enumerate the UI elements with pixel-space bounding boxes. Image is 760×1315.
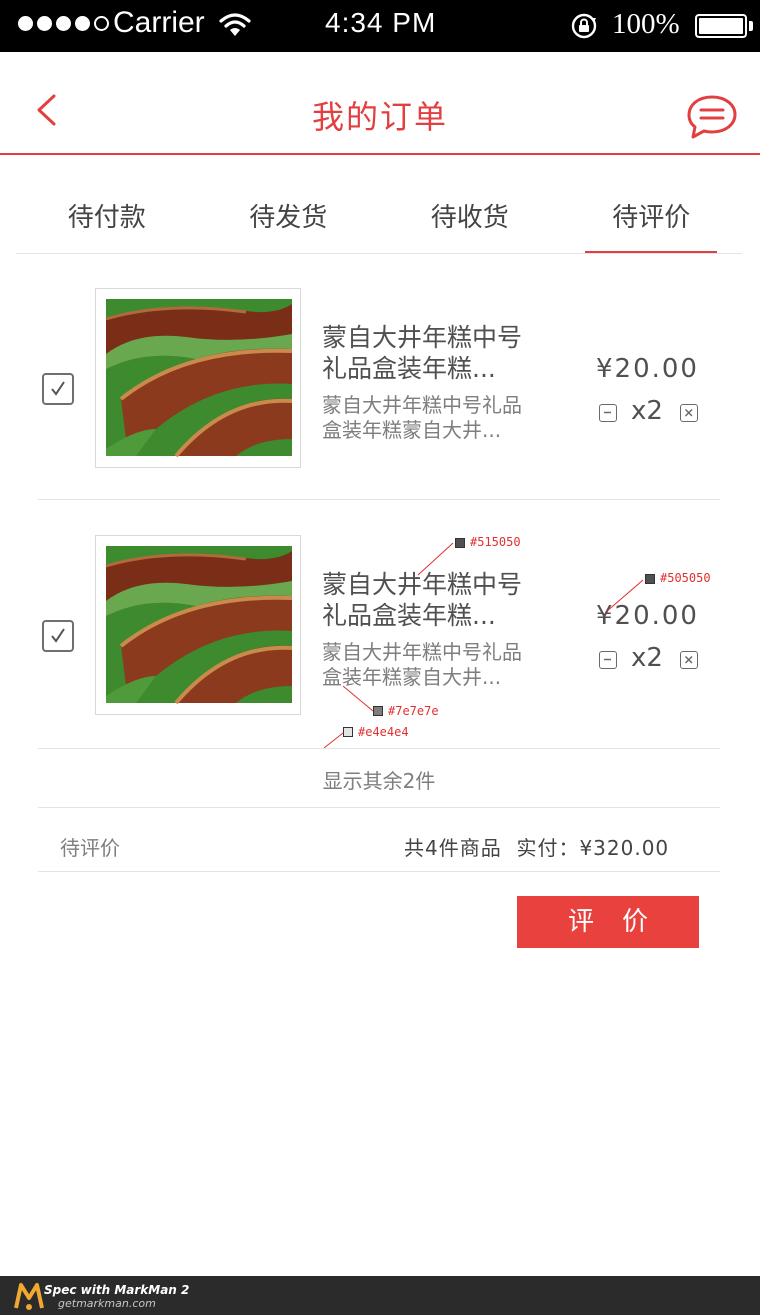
name-color-annotation: #515050 (470, 535, 521, 549)
section-divider (38, 871, 720, 872)
review-button[interactable]: 评价 (517, 896, 699, 948)
show-more-button[interactable]: 显示其余2件 (38, 749, 720, 794)
color-swatch (645, 574, 655, 584)
price-color-annotation: #505050 (660, 571, 711, 585)
section-divider (38, 807, 720, 808)
color-swatch (455, 538, 465, 548)
color-swatch (373, 706, 383, 716)
spec-annotation-lines (323, 542, 644, 749)
footer-brand: Spec with MarkMan 2 (44, 1283, 190, 1297)
markman-logo-icon (14, 1283, 44, 1310)
order-summary: 共4件商品 实付：¥320.00 (404, 836, 670, 860)
footer-url[interactable]: getmarkman.com (58, 1297, 156, 1310)
color-swatch (343, 727, 353, 737)
desc-color-annotation: #7e7e7e (388, 704, 439, 718)
divider-color-annotation: #e4e4e4 (358, 725, 409, 739)
order-status: 待评价 (60, 836, 120, 860)
